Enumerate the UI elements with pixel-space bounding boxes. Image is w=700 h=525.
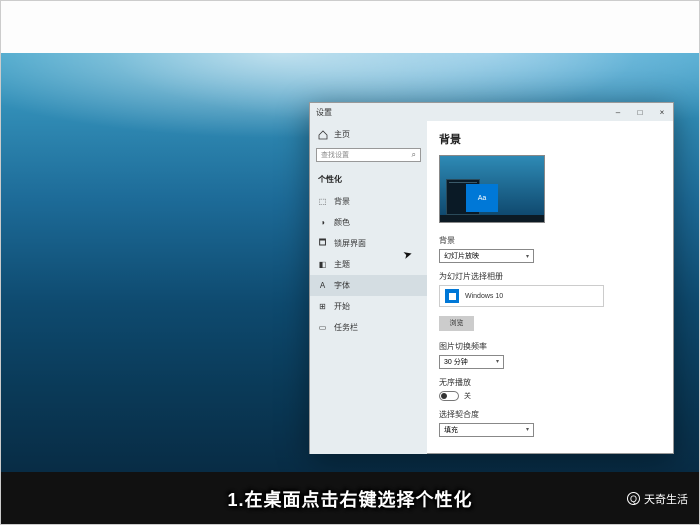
settings-window: 设置 – □ × 主页 查找设置 ⌕ 个性化 ⬚ 背景 ◑ 颜色 🗖 锁屏界面 ◧ 主题 A 字体… xyxy=(309,102,674,454)
category-header: 个性化 xyxy=(310,170,427,191)
nav-icon: A xyxy=(318,281,327,290)
home-icon xyxy=(318,130,328,140)
nav-label: 主题 xyxy=(334,259,350,270)
nav-icon: ▭ xyxy=(318,323,327,332)
nav-list: ⬚ 背景 ◑ 颜色 🗖 锁屏界面 ◧ 主题 A 字体 ⊞ 开始 ▭ 任务栏 xyxy=(310,191,427,338)
nav-icon: 🗖 xyxy=(318,239,327,248)
sidebar-item-5[interactable]: ⊞ 开始 xyxy=(310,296,427,317)
browse-button[interactable]: 浏览 xyxy=(439,316,474,331)
shuffle-toggle-row: 关 xyxy=(439,391,661,401)
background-value: 幻灯片放映 xyxy=(444,251,479,261)
nav-label: 开始 xyxy=(334,301,350,312)
toggle-knob xyxy=(441,393,447,399)
nav-icon: ⊞ xyxy=(318,302,327,311)
interval-label: 图片切换频率 xyxy=(439,341,661,352)
nav-icon: ◑ xyxy=(318,218,327,227)
interval-dropdown[interactable]: 30 分钟 ▾ xyxy=(439,355,504,369)
nav-icon: ⬚ xyxy=(318,197,327,206)
home-link[interactable]: 主页 xyxy=(310,125,427,144)
album-label: 为幻灯片选择相册 xyxy=(439,271,661,282)
search-icon: ⌕ xyxy=(412,150,416,160)
search-placeholder: 查找设置 xyxy=(321,150,349,160)
content-title: 背景 xyxy=(439,131,661,147)
instruction-caption: 1.在桌面点击右键选择个性化 xyxy=(227,486,472,512)
preview-thumbnail: Aa xyxy=(439,155,545,223)
preview-taskbar xyxy=(440,215,544,222)
nav-label: 锁屏界面 xyxy=(334,238,366,249)
fit-dropdown[interactable]: 填充 ▾ xyxy=(439,423,534,437)
shuffle-value: 关 xyxy=(464,391,471,401)
sidebar-item-0[interactable]: ⬚ 背景 xyxy=(310,191,427,212)
shuffle-toggle[interactable] xyxy=(439,391,459,401)
caption-bar: 1.在桌面点击右键选择个性化 Q 天奇生活 xyxy=(0,472,700,525)
chevron-down-icon: ▾ xyxy=(526,253,529,260)
fit-label: 选择契合度 xyxy=(439,409,661,420)
shuffle-label: 无序播放 xyxy=(439,377,661,388)
folder-icon xyxy=(445,289,459,303)
nav-icon: ◧ xyxy=(318,260,327,269)
watermark-text: 天奇生活 xyxy=(644,491,688,507)
interval-value: 30 分钟 xyxy=(444,357,468,367)
nav-label: 字体 xyxy=(334,280,350,291)
nav-label: 任务栏 xyxy=(334,322,358,333)
watermark: Q 天奇生活 xyxy=(627,491,688,507)
settings-sidebar: 主页 查找设置 ⌕ 个性化 ⬚ 背景 ◑ 颜色 🗖 锁屏界面 ◧ 主题 A 字体 ⊞ 开始 ▭ 任务栏 xyxy=(310,121,427,454)
album-value: Windows 10 xyxy=(465,293,503,300)
background-dropdown[interactable]: 幻灯片放映 ▾ xyxy=(439,249,534,263)
nav-label: 背景 xyxy=(334,196,350,207)
nav-label: 颜色 xyxy=(334,217,350,228)
page-top-whitespace xyxy=(0,0,700,53)
chevron-down-icon: ▾ xyxy=(526,426,529,433)
settings-content: 背景 Aa 背景 幻灯片放映 ▾ 为幻灯片选择相册 Windows 10 浏览 … xyxy=(427,121,673,453)
window-controls: – □ × xyxy=(607,103,673,121)
album-row[interactable]: Windows 10 xyxy=(439,285,604,307)
minimize-button[interactable]: – xyxy=(607,103,629,121)
chevron-down-icon: ▾ xyxy=(496,358,499,365)
watermark-icon: Q xyxy=(627,492,640,505)
window-title: 设置 xyxy=(316,107,332,118)
background-label: 背景 xyxy=(439,235,661,246)
maximize-button[interactable]: □ xyxy=(629,103,651,121)
preview-accent-sample: Aa xyxy=(466,184,498,212)
sidebar-item-6[interactable]: ▭ 任务栏 xyxy=(310,317,427,338)
desktop-wallpaper[interactable]: 设置 – □ × 主页 查找设置 ⌕ 个性化 ⬚ 背景 ◑ 颜色 🗖 锁屏界面 ◧ 主题 A 字体… xyxy=(0,53,700,472)
fit-value: 填充 xyxy=(444,425,458,435)
sidebar-item-1[interactable]: ◑ 颜色 xyxy=(310,212,427,233)
sidebar-item-4[interactable]: A 字体 xyxy=(310,275,427,296)
search-input[interactable]: 查找设置 ⌕ xyxy=(316,148,421,162)
close-button[interactable]: × xyxy=(651,103,673,121)
window-titlebar[interactable]: 设置 – □ × xyxy=(310,103,673,121)
home-label: 主页 xyxy=(334,129,350,140)
